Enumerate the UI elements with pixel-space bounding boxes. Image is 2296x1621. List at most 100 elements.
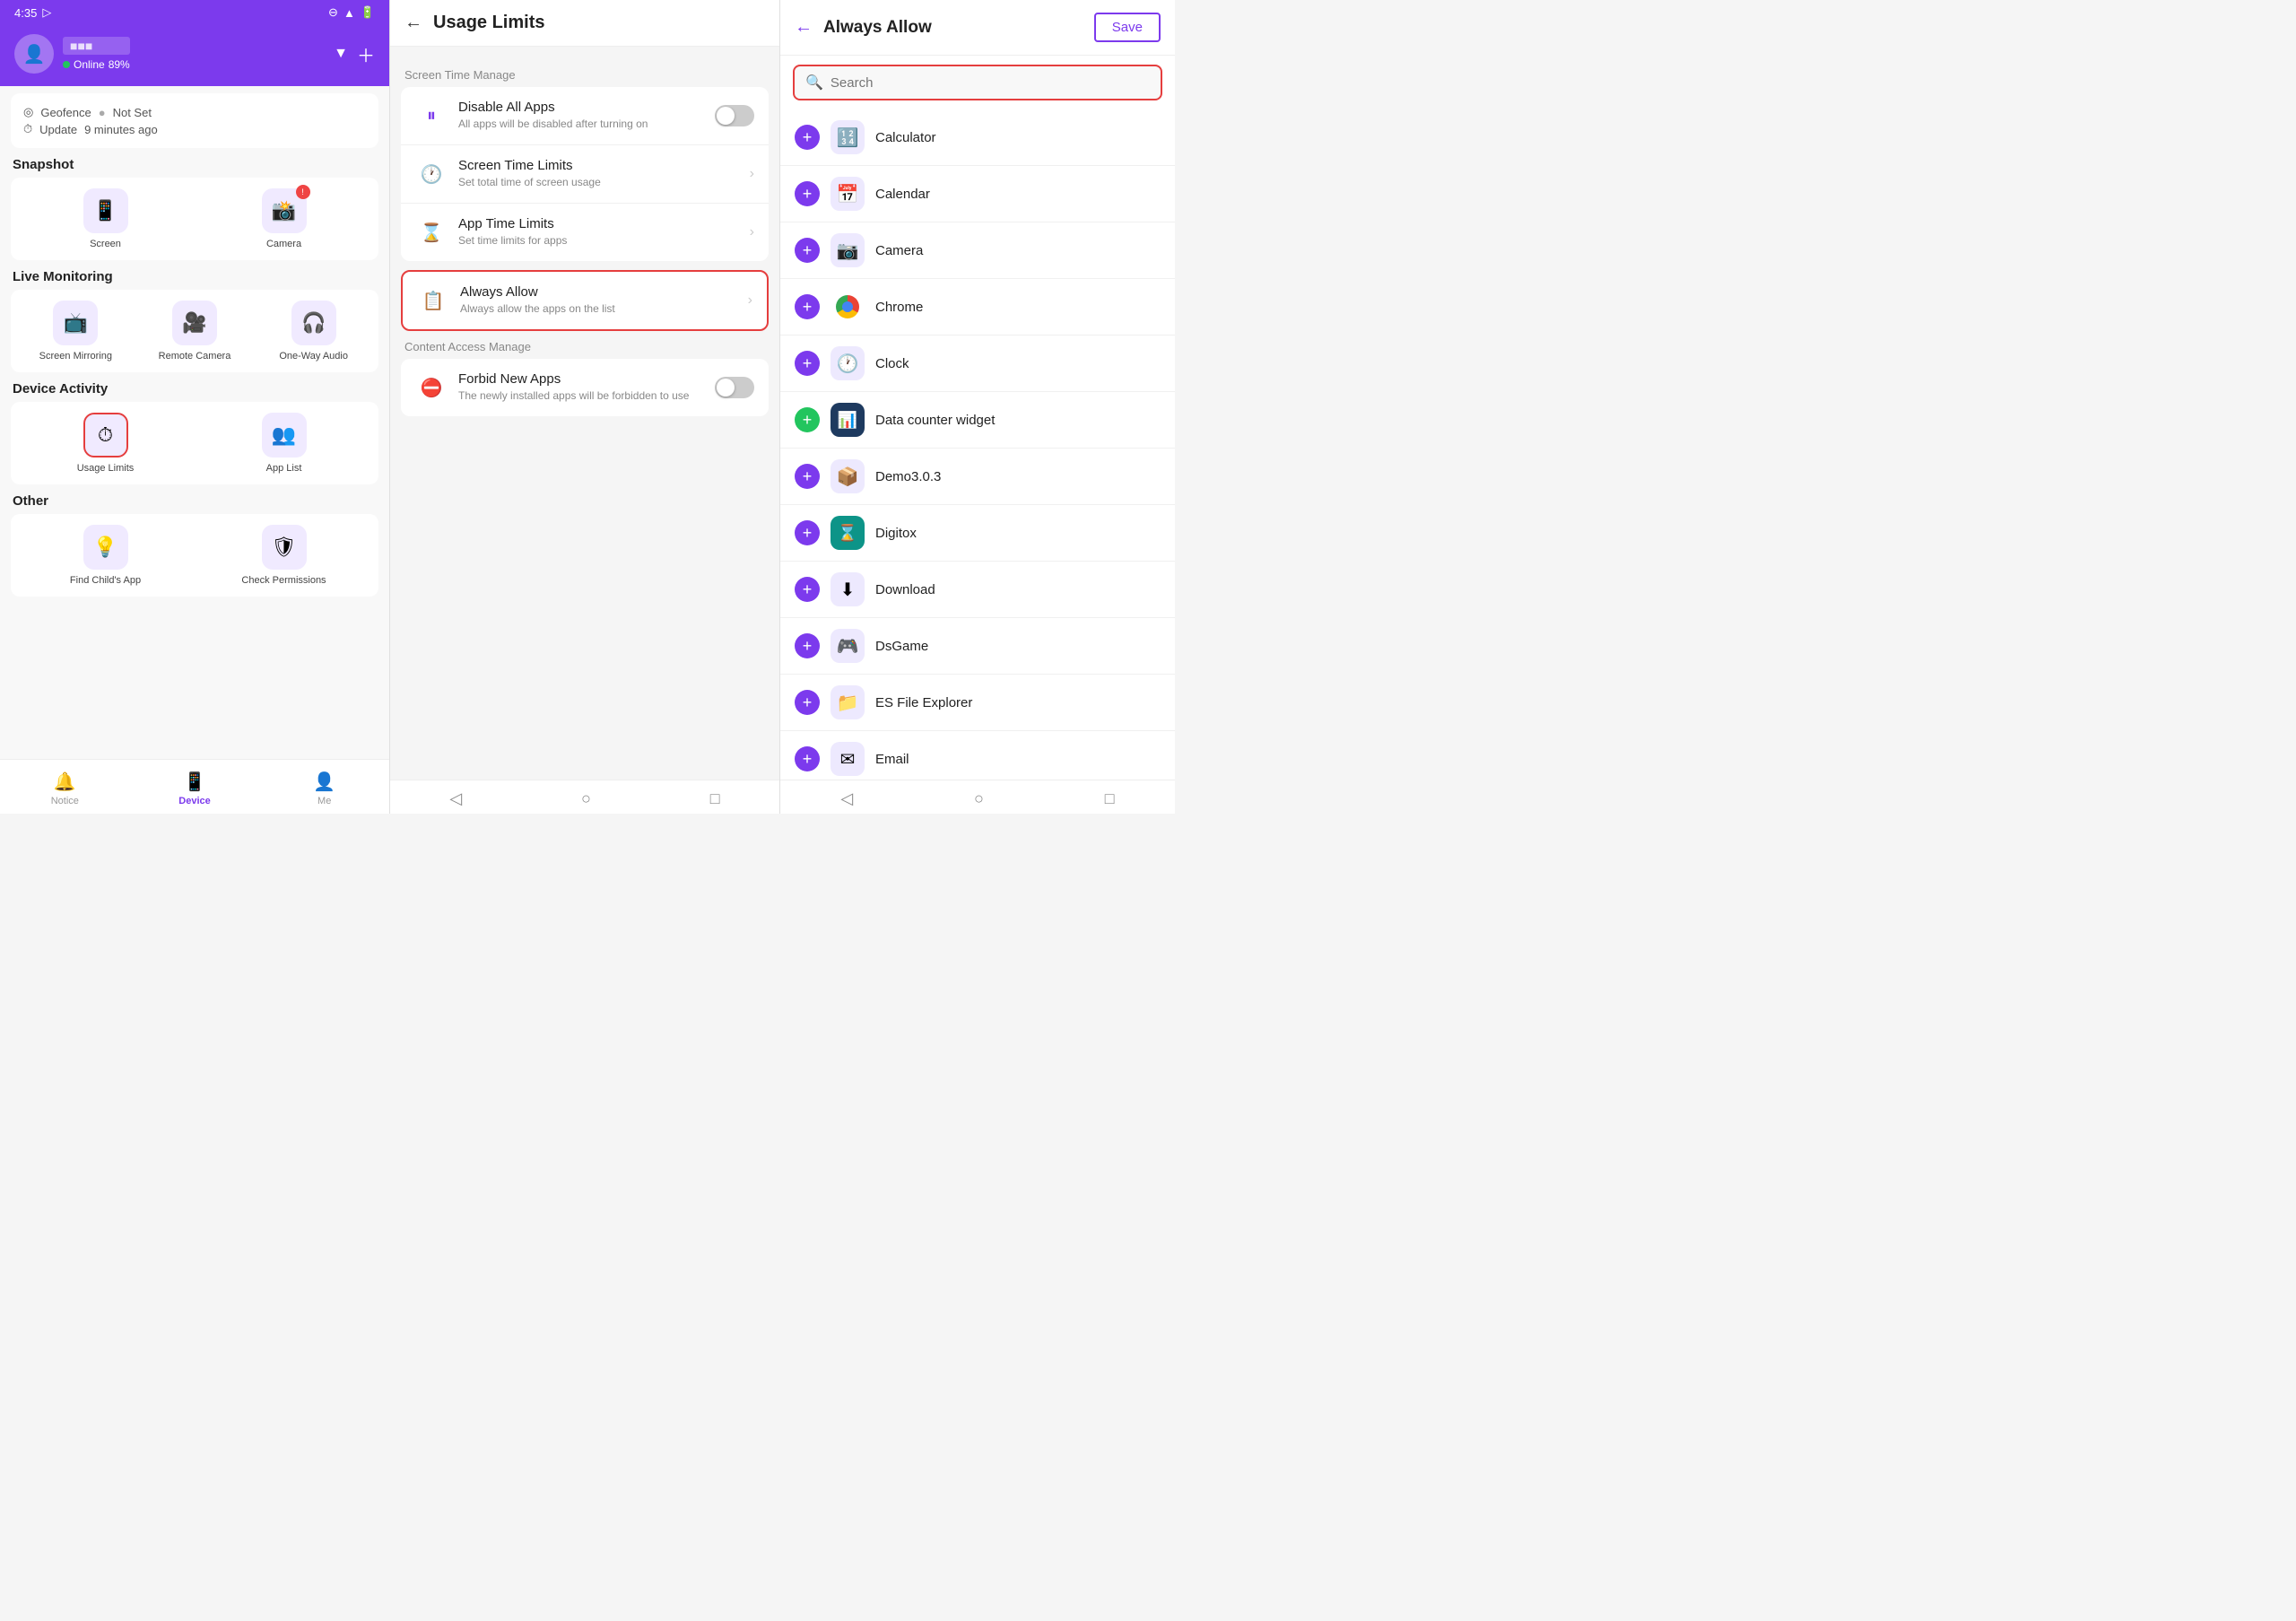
app-item-es-explorer[interactable]: + 📁 ES File Explorer — [780, 675, 1175, 731]
app-item-calculator[interactable]: + 🔢 Calculator — [780, 109, 1175, 166]
add-es-explorer-button[interactable]: + — [795, 690, 820, 715]
app-item-calendar[interactable]: + 📅 Calendar — [780, 166, 1175, 222]
app-list-item[interactable]: 👥 App List — [200, 413, 368, 474]
add-calendar-button[interactable]: + — [795, 181, 820, 206]
right-recents-shape[interactable]: □ — [1105, 789, 1115, 808]
email-icon-box: ✉ — [831, 742, 865, 776]
right-home-shape[interactable]: ○ — [974, 789, 984, 808]
forbid-new-apps-item[interactable]: ⛔ Forbid New Apps The newly installed ap… — [401, 359, 769, 416]
right-back-button[interactable]: ← — [795, 17, 813, 38]
data-counter-icon: 📊 — [838, 411, 857, 430]
profile-left: 👤 ■■■ Online 89% — [14, 34, 130, 74]
snapshot-screen-label: Screen — [90, 239, 121, 249]
add-dsgame-button[interactable]: + — [795, 633, 820, 658]
app-item-camera[interactable]: + 📷 Camera — [780, 222, 1175, 279]
one-way-audio-item[interactable]: 🎧 One-Way Audio — [259, 301, 368, 362]
search-box: 🔍 — [793, 65, 1162, 100]
add-clock-button[interactable]: + — [795, 351, 820, 376]
forbid-new-apps-title: Forbid New Apps — [458, 371, 704, 387]
right-back-shape[interactable]: ◁ — [840, 789, 853, 808]
usage-limits-item[interactable]: ⏱ Usage Limits — [22, 413, 189, 474]
app-list-label: App List — [266, 463, 302, 474]
always-allow-item[interactable]: 📋 Always Allow Always allow the apps on … — [403, 272, 767, 329]
add-camera-button[interactable]: + — [795, 238, 820, 263]
geofence-label: Geofence — [40, 106, 91, 119]
screen-mirroring-label: Screen Mirroring — [39, 351, 112, 362]
app-item-chrome[interactable]: + Chrome — [780, 279, 1175, 336]
find-childs-app-icon-box: 💡 — [83, 525, 128, 570]
app-list: + 🔢 Calculator + 📅 Calendar + 📷 Camera +… — [780, 109, 1175, 780]
forbid-new-apps-toggle[interactable] — [715, 377, 754, 398]
disable-all-apps-title: Disable All Apps — [458, 100, 704, 115]
nav-device[interactable]: 📱 Device — [130, 767, 260, 810]
add-data-counter-button[interactable]: + — [795, 407, 820, 432]
add-demo-button[interactable]: + — [795, 464, 820, 489]
search-input[interactable] — [831, 75, 1150, 91]
update-icon: ⏱ — [23, 122, 32, 136]
disable-all-apps-desc: All apps will be disabled after turning … — [458, 117, 704, 132]
app-item-clock[interactable]: + 🕐 Clock — [780, 336, 1175, 392]
update-label: Update — [39, 123, 77, 136]
screen-time-limits-text: Screen Time Limits Set total time of scr… — [458, 158, 739, 190]
forbid-new-apps-icon: ⛔ — [415, 371, 448, 404]
digitox-icon: ⌛ — [838, 524, 857, 543]
disable-all-apps-toggle[interactable] — [715, 105, 754, 126]
forbid-toggle-knob — [717, 379, 735, 397]
forbid-new-apps-text: Forbid New Apps The newly installed apps… — [458, 371, 704, 404]
chrome-icon-box — [831, 290, 865, 324]
middle-content: Screen Time Manage ⏸ Disable All Apps Al… — [390, 47, 779, 780]
add-icon[interactable]: ＋ — [357, 41, 375, 67]
snapshot-screen-item[interactable]: 📱 Screen — [22, 188, 189, 249]
save-button[interactable]: Save — [1094, 13, 1161, 42]
online-dot — [63, 61, 70, 68]
app-item-demo[interactable]: + 📦 Demo3.0.3 — [780, 449, 1175, 505]
nav-notice[interactable]: 🔔 Notice — [0, 767, 130, 810]
screen-time-limits-desc: Set total time of screen usage — [458, 175, 739, 190]
remote-camera-icon-box: 🎥 — [172, 301, 217, 345]
add-email-button[interactable]: + — [795, 746, 820, 771]
recents-shape[interactable]: □ — [710, 789, 720, 808]
other-card: 💡 Find Child's App 🛡 Check Permissions — [11, 514, 378, 597]
app-item-digitox[interactable]: + ⌛ Digitox — [780, 505, 1175, 562]
notice-icon: 🔔 — [54, 771, 76, 793]
screen-time-limits-item[interactable]: 🕐 Screen Time Limits Set total time of s… — [401, 145, 769, 204]
snapshot-camera-icon-box: 📸 ! — [262, 188, 307, 233]
home-shape[interactable]: ○ — [581, 789, 591, 808]
calculator-icon-box: 🔢 — [831, 120, 865, 154]
forbid-new-apps-desc: The newly installed apps will be forbidd… — [458, 388, 704, 404]
chrome-icon — [836, 295, 859, 318]
es-explorer-label: ES File Explorer — [875, 695, 972, 710]
always-allow-card: 📋 Always Allow Always allow the apps on … — [401, 270, 769, 331]
snapshot-camera-item[interactable]: 📸 ! Camera — [200, 188, 368, 249]
calculator-label: Calculator — [875, 130, 936, 145]
add-download-button[interactable]: + — [795, 577, 820, 602]
app-time-limits-item[interactable]: ⌛ App Time Limits Set time limits for ap… — [401, 204, 769, 261]
screen-mirroring-item[interactable]: 📺 Screen Mirroring — [22, 301, 130, 362]
battery-icon: 🔋 — [361, 5, 375, 20]
download-icon-box: ⬇ — [831, 572, 865, 606]
find-childs-app-item[interactable]: 💡 Find Child's App — [22, 525, 189, 586]
add-digitox-button[interactable]: + — [795, 520, 820, 545]
back-shape[interactable]: ◁ — [449, 789, 462, 808]
nav-me[interactable]: 👤 Me — [259, 767, 389, 810]
always-allow-text: Always Allow Always allow the apps on th… — [460, 284, 737, 317]
middle-bottom-nav: ◁ ○ □ — [390, 780, 779, 814]
dropdown-icon[interactable]: ▼ — [334, 46, 348, 62]
demo-label: Demo3.0.3 — [875, 469, 941, 484]
remote-camera-item[interactable]: 🎥 Remote Camera — [141, 301, 249, 362]
profile-header: 👤 ■■■ Online 89% ▼ ＋ — [0, 25, 389, 86]
app-item-download[interactable]: + ⬇ Download — [780, 562, 1175, 618]
middle-back-button[interactable]: ← — [404, 13, 422, 33]
always-allow-title: Always Allow — [460, 284, 737, 300]
disable-all-apps-item[interactable]: ⏸ Disable All Apps All apps will be disa… — [401, 87, 769, 145]
app-item-data-counter[interactable]: + 📊 Data counter widget — [780, 392, 1175, 449]
geofence-icon: ◎ — [23, 105, 33, 119]
download-label: Download — [875, 582, 935, 597]
add-chrome-button[interactable]: + — [795, 294, 820, 319]
content-access-manage-label: Content Access Manage — [404, 340, 769, 353]
check-permissions-item[interactable]: 🛡 Check Permissions — [200, 525, 368, 586]
add-calculator-button[interactable]: + — [795, 125, 820, 150]
app-item-email[interactable]: + ✉ Email — [780, 731, 1175, 780]
app-item-dsgame[interactable]: + 🎮 DsGame — [780, 618, 1175, 675]
camera-icon-box: 📷 — [831, 233, 865, 267]
